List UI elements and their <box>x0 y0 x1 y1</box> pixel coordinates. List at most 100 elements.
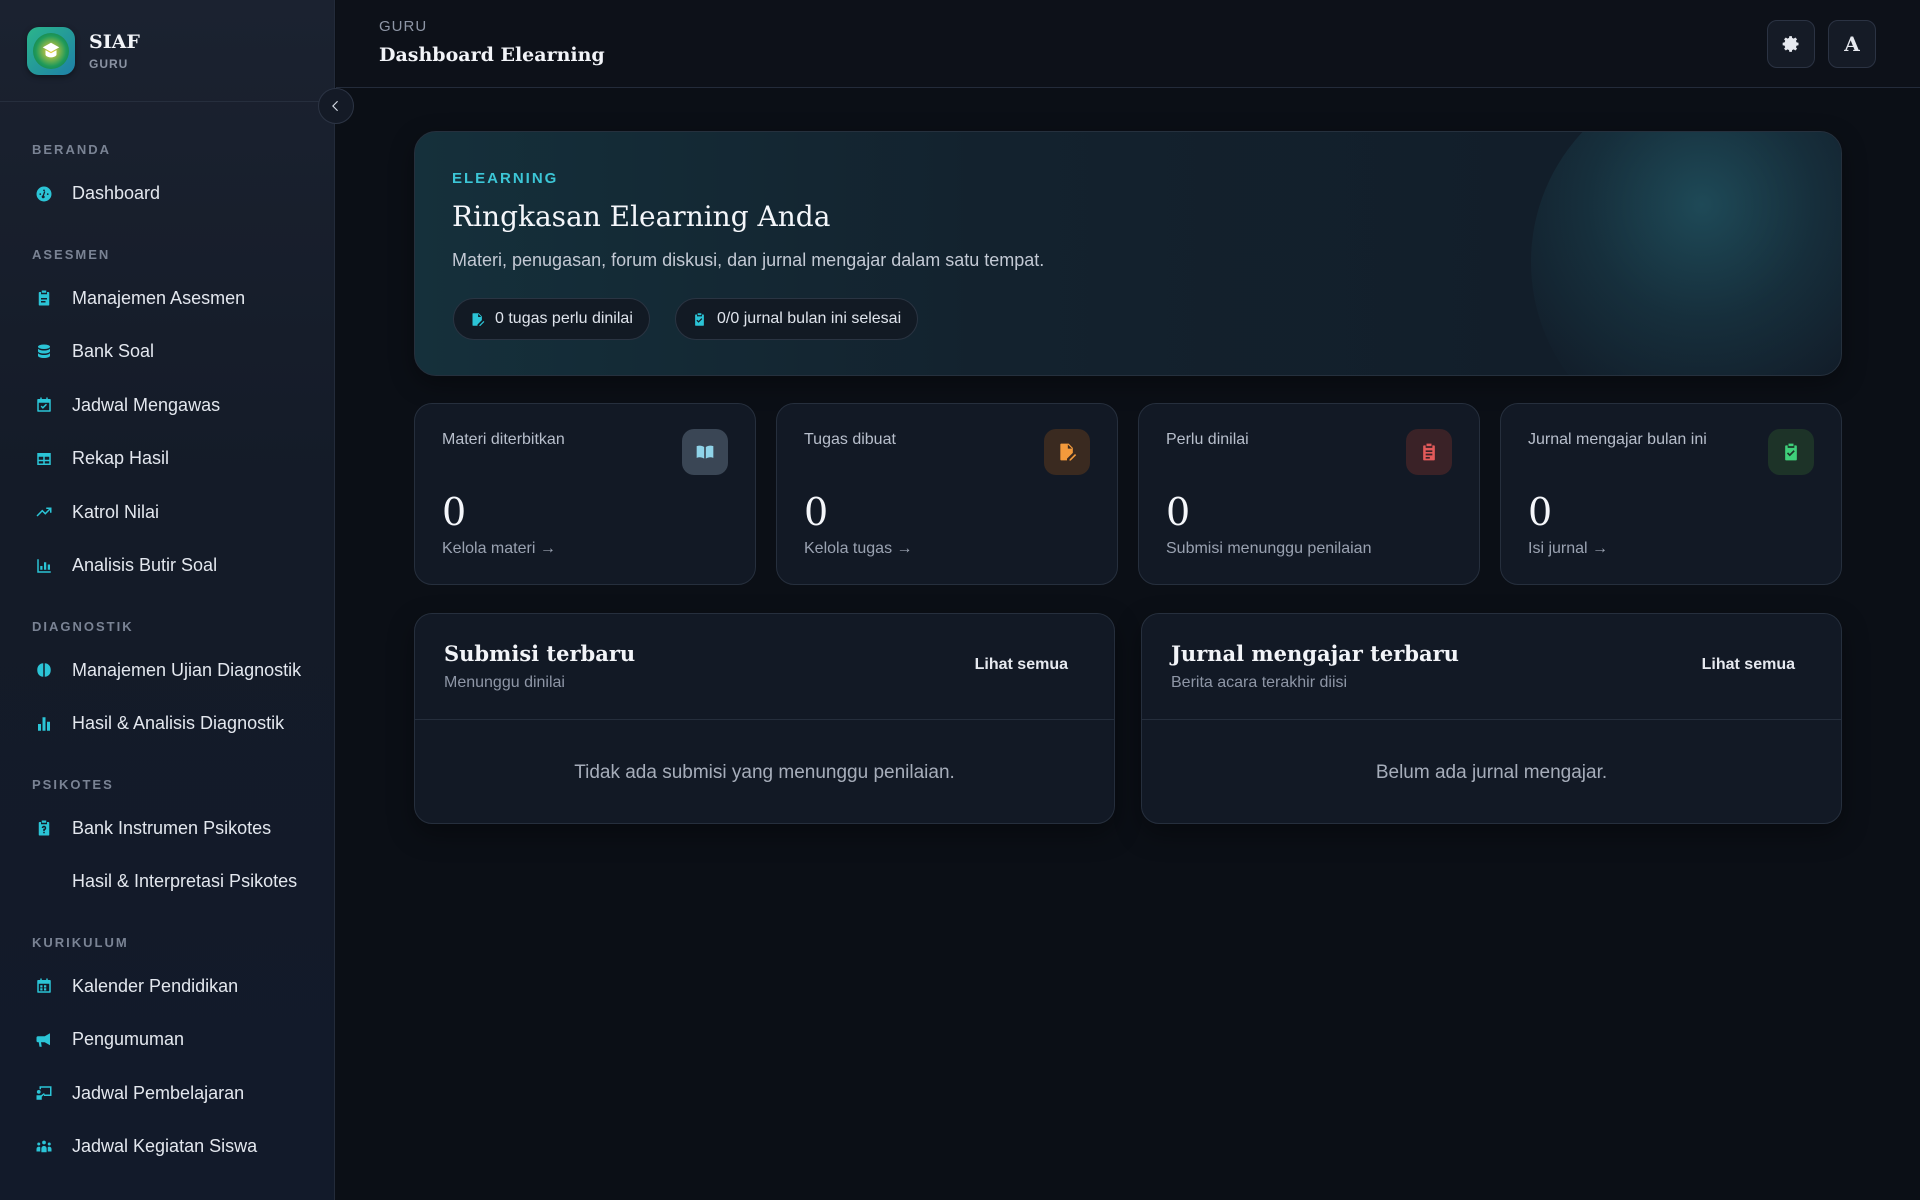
journal-progress-pill: 0/0 jurnal bulan ini selesai <box>675 298 919 340</box>
sidebar-item-hasil-interpretasi-psikotes[interactable]: Hasil & Interpretasi Psikotes <box>0 855 334 909</box>
sidebar-nav: BERANDA Dashboard ASESMEN Manajemen Ases… <box>0 102 334 1174</box>
sidebar-item-pengumuman[interactable]: Pengumuman <box>0 1013 334 1067</box>
font-size-button[interactable]: A <box>1828 20 1876 68</box>
sidebar-item-label: Hasil & Analisis Diagnostik <box>72 713 285 734</box>
brand: SIAF GURU <box>0 0 334 102</box>
file-pen-icon <box>1044 429 1090 475</box>
database-icon <box>34 342 54 362</box>
view-all-submissions-link[interactable]: Lihat semua <box>975 656 1068 674</box>
chart-column-icon <box>34 714 54 734</box>
page-title: Dashboard Elearning <box>379 44 605 66</box>
school-logo-icon <box>27 26 75 75</box>
clipboard-check-icon <box>1768 429 1814 475</box>
brand-role: GURU <box>89 56 129 71</box>
banner-title: Ringkasan Elearning Anda <box>452 200 831 233</box>
sidebar-item-manajemen-ujian-diagnostik[interactable]: Manajemen Ujian Diagnostik <box>0 644 334 698</box>
logo-emblem <box>33 32 69 69</box>
nav-section-beranda: BERANDA <box>32 142 111 157</box>
stat-value: 0 <box>804 490 829 534</box>
sidebar-item-label: Bank Soal <box>72 341 155 362</box>
stat-label: Perlu dinilai <box>1166 431 1249 448</box>
stat-link[interactable]: Kelola tugas → <box>804 540 913 558</box>
sidebar-item-label: Jadwal Pembelajaran <box>72 1082 245 1103</box>
sidebar-item-bank-instrumen-psikotes[interactable]: Bank Instrumen Psikotes <box>0 802 334 856</box>
table-icon <box>34 449 54 469</box>
elearning-summary-banner: ELEARNING Ringkasan Elearning Anda Mater… <box>414 131 1842 376</box>
banner-kicker: ELEARNING <box>452 170 559 187</box>
tasks-to-grade-pill: 0 tugas perlu dinilai <box>453 298 650 340</box>
file-pen-icon <box>472 312 485 326</box>
gauge-icon <box>34 184 54 204</box>
sidebar-item-jadwal-pembelajaran[interactable]: Jadwal Pembelajaran <box>0 1067 334 1121</box>
pill-text: 0/0 jurnal bulan ini selesai <box>717 310 902 327</box>
stat-card-jurnal[interactable]: Jurnal mengajar bulan ini 0 Isi jurnal → <box>1500 403 1842 585</box>
sidebar-item-label: Manajemen Ujian Diagnostik <box>72 659 302 680</box>
calendar-icon <box>34 976 54 996</box>
stat-link[interactable]: Kelola materi → <box>442 540 556 558</box>
sidebar-item-rekap-hasil[interactable]: Rekap Hasil <box>0 432 334 486</box>
sidebar-item-label: Jadwal Mengawas <box>72 394 221 415</box>
gear-icon <box>1782 36 1799 52</box>
teacher-board-icon <box>34 1083 54 1103</box>
panel-title: Jurnal mengajar terbaru <box>1171 641 1459 666</box>
sidebar-item-label: Pengumuman <box>72 1029 185 1050</box>
clipboard-question-icon <box>34 818 54 838</box>
sidebar-item-manajemen-asesmen[interactable]: Manajemen Asesmen <box>0 272 334 326</box>
sidebar-item-label: Dashboard <box>72 183 161 204</box>
sidebar-item-kalender-pendidikan[interactable]: Kalender Pendidikan <box>0 960 334 1014</box>
sidebar-item-bank-soal[interactable]: Bank Soal <box>0 325 334 379</box>
stat-label: Jurnal mengajar bulan ini <box>1528 431 1707 448</box>
empty-state: Belum ada jurnal mengajar. <box>1375 762 1608 783</box>
decorative-glow <box>1531 132 1841 375</box>
recent-journals-panel: Jurnal mengajar terbaru Berita acara ter… <box>1141 613 1842 824</box>
nav-section-psikotes: PSIKOTES <box>32 776 114 792</box>
sidebar-collapse-button[interactable] <box>318 88 354 124</box>
book-icon <box>682 429 728 475</box>
people-group-icon <box>34 1137 54 1157</box>
sidebar: SIAF GURU BERANDA Dashboard ASESMEN Mana… <box>0 0 335 1200</box>
stat-label: Tugas dibuat <box>804 431 896 448</box>
nav-section-diagnostik: DIAGNOSTIK <box>32 618 134 634</box>
sidebar-item-label: Hasil & Interpretasi Psikotes <box>72 871 298 892</box>
nav-section-kurikulum: KURIKULUM <box>32 934 129 950</box>
sidebar-item-analisis-butir-soal[interactable]: Analisis Butir Soal <box>0 539 334 593</box>
panel-header: Submisi terbaru Menunggu dinilai Lihat s… <box>415 614 1114 720</box>
chevron-left-icon <box>332 100 338 112</box>
sidebar-item-label: Katrol Nilai <box>72 501 160 522</box>
pill-text: 0 tugas perlu dinilai <box>495 310 633 327</box>
stat-card-perlu-dinilai[interactable]: Perlu dinilai 0 Submisi menunggu penilai… <box>1138 403 1480 585</box>
sidebar-item-dashboard[interactable]: Dashboard <box>0 167 334 221</box>
sidebar-item-jadwal-kegiatan-siswa[interactable]: Jadwal Kegiatan Siswa <box>0 1120 334 1174</box>
sidebar-item-hasil-analisis-diagnostik[interactable]: Hasil & Analisis Diagnostik <box>0 697 334 751</box>
sidebar-item-katrol-nilai[interactable]: Katrol Nilai <box>0 486 334 540</box>
top-header: GURU Dashboard Elearning A <box>336 0 1920 88</box>
sidebar-item-label: Jadwal Kegiatan Siswa <box>72 1136 258 1157</box>
panel-title: Submisi terbaru <box>444 641 636 666</box>
stat-value: 0 <box>1528 490 1553 534</box>
stat-card-tugas[interactable]: Tugas dibuat 0 Kelola tugas → <box>776 403 1118 585</box>
bar-chart-icon <box>34 556 54 576</box>
sidebar-item-label: Bank Instrumen Psikotes <box>72 817 272 838</box>
sidebar-item-label: Kalender Pendidikan <box>72 975 239 996</box>
panel-subtitle: Berita acara terakhir diisi <box>1171 674 1348 691</box>
brand-title: SIAF <box>89 30 140 53</box>
empty-state: Tidak ada submisi yang menunggu penilaia… <box>574 762 955 783</box>
theme-toggle-button[interactable] <box>1767 20 1815 68</box>
stat-value: 0 <box>1166 490 1191 534</box>
sidebar-item-label: Analisis Butir Soal <box>72 555 218 576</box>
panel-header: Jurnal mengajar terbaru Berita acara ter… <box>1142 614 1841 720</box>
megaphone-icon <box>34 1030 54 1050</box>
nav-section-asesmen: ASESMEN <box>32 246 111 262</box>
sidebar-item-label: Manajemen Asesmen <box>72 287 246 308</box>
brain-icon <box>34 660 54 680</box>
clipboard-list-icon <box>1406 429 1452 475</box>
view-all-journals-link[interactable]: Lihat semua <box>1702 656 1795 674</box>
trend-up-icon <box>34 502 54 522</box>
banner-subtitle: Materi, penugasan, forum diskusi, dan ju… <box>452 250 1045 270</box>
clipboard-check-icon <box>695 312 704 326</box>
stat-link[interactable]: Isi jurnal → <box>1528 540 1608 558</box>
panel-subtitle: Menunggu dinilai <box>444 674 565 691</box>
sidebar-item-jadwal-mengawas[interactable]: Jadwal Mengawas <box>0 379 334 433</box>
stat-card-materi[interactable]: Materi diterbitkan 0 Kelola materi → <box>414 403 756 585</box>
clipboard-icon <box>34 288 54 308</box>
